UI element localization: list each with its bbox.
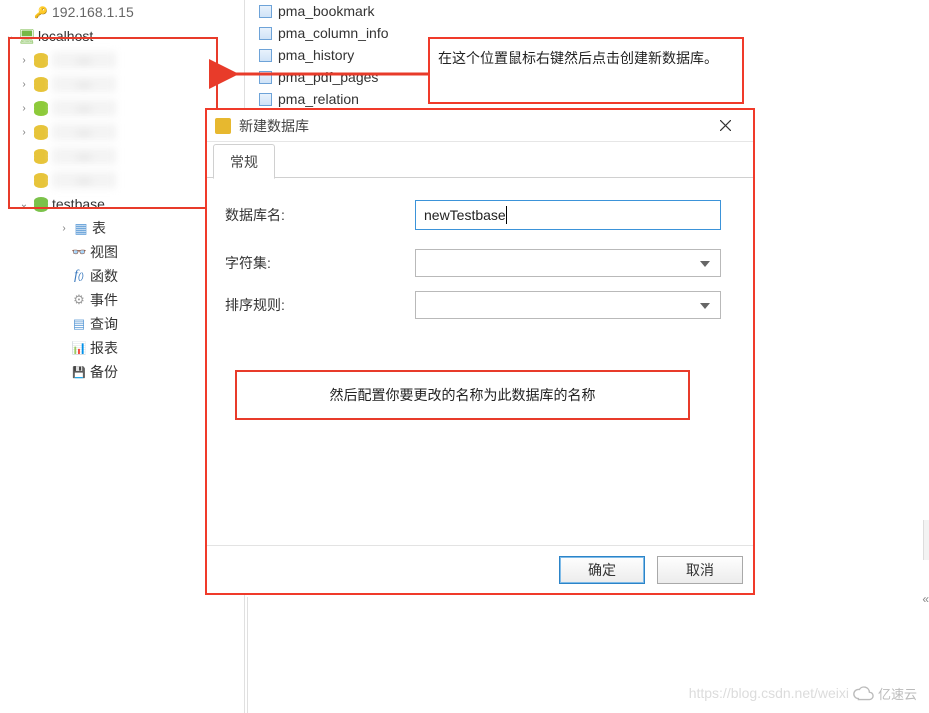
queries-label: 查询 [90, 314, 118, 334]
label-charset: 字符集: [225, 253, 415, 273]
query-icon [70, 315, 88, 333]
scrollbar-fragment[interactable] [923, 520, 929, 560]
annotation-callout-1: 在这个位置鼠标右键然后点击创建新数据库。 [428, 37, 744, 104]
callout-text: 然后配置你要更改的名称为此数据库的名称 [330, 385, 596, 405]
list-item[interactable]: pma_bookmark [247, 0, 647, 22]
tab-general[interactable]: 常规 [213, 144, 275, 179]
event-icon [70, 291, 88, 309]
watermark-brand: 亿速云 [852, 684, 917, 703]
dialog-tabs: 常规 [207, 142, 753, 178]
label-dbname: 数据库名: [225, 205, 415, 225]
views-label: 视图 [90, 242, 118, 262]
callout-text: 在这个位置鼠标右键然后点击创建新数据库。 [438, 50, 718, 66]
report-icon [70, 339, 88, 357]
edge-mark: « [922, 592, 929, 606]
close-icon [720, 120, 731, 131]
events-label: 事件 [90, 290, 118, 310]
tab-label: 常规 [230, 154, 258, 170]
table-item-icon [259, 27, 272, 40]
annotation-callout-2: 然后配置你要更改的名称为此数据库的名称 [235, 370, 690, 420]
collation-select[interactable] [415, 291, 721, 319]
list-item-label: pma_bookmark [278, 3, 375, 19]
dialog-footer: 确定 取消 [207, 545, 753, 593]
tree-connection[interactable]: ▶ 192.168.1.15 [0, 0, 244, 24]
table-item-icon [259, 49, 272, 62]
key-icon [32, 3, 50, 21]
dialog-icon [215, 118, 231, 134]
cloud-icon [852, 685, 874, 703]
new-database-dialog: 新建数据库 常规 数据库名: newTestbase 字符集: 排序规则: 然后… [205, 108, 755, 595]
list-item-label: pma_history [278, 47, 354, 63]
charset-select[interactable] [415, 249, 721, 277]
connection-label: 192.168.1.15 [52, 4, 134, 20]
dbname-input[interactable]: newTestbase [415, 200, 721, 230]
close-button[interactable] [703, 111, 747, 141]
dialog-title: 新建数据库 [239, 116, 703, 136]
list-item-label: pma_relation [278, 91, 359, 107]
ok-button[interactable]: 确定 [559, 556, 645, 584]
button-label: 确定 [588, 562, 616, 578]
table-item-icon [259, 71, 272, 84]
table-item-icon [259, 93, 272, 106]
cancel-button[interactable]: 取消 [657, 556, 743, 584]
watermark-url: https://blog.csdn.net/weixi [689, 685, 849, 701]
list-item-label: pma_column_info [278, 25, 389, 41]
text-caret [506, 206, 507, 224]
tables-label: 表 [92, 218, 106, 238]
dialog-form: 数据库名: newTestbase 字符集: 排序规则: [225, 200, 721, 338]
backups-label: 备份 [90, 362, 118, 382]
table-icon [72, 219, 90, 237]
backup-icon [70, 363, 88, 381]
annotation-highlight-box [8, 37, 218, 209]
dialog-titlebar[interactable]: 新建数据库 [207, 110, 753, 142]
reports-label: 报表 [90, 338, 118, 358]
brand-text: 亿速云 [878, 684, 917, 703]
expand-arrow-icon: › [58, 223, 70, 234]
list-item-label: pma_pdf_pages [278, 69, 378, 85]
label-collation: 排序规则: [225, 295, 415, 315]
dbname-value: newTestbase [424, 207, 506, 223]
button-label: 取消 [686, 562, 714, 578]
panel-divider [247, 597, 248, 713]
table-item-icon [259, 5, 272, 18]
functions-label: 函数 [90, 266, 118, 286]
function-icon: f() [70, 267, 88, 285]
view-icon [70, 243, 88, 261]
